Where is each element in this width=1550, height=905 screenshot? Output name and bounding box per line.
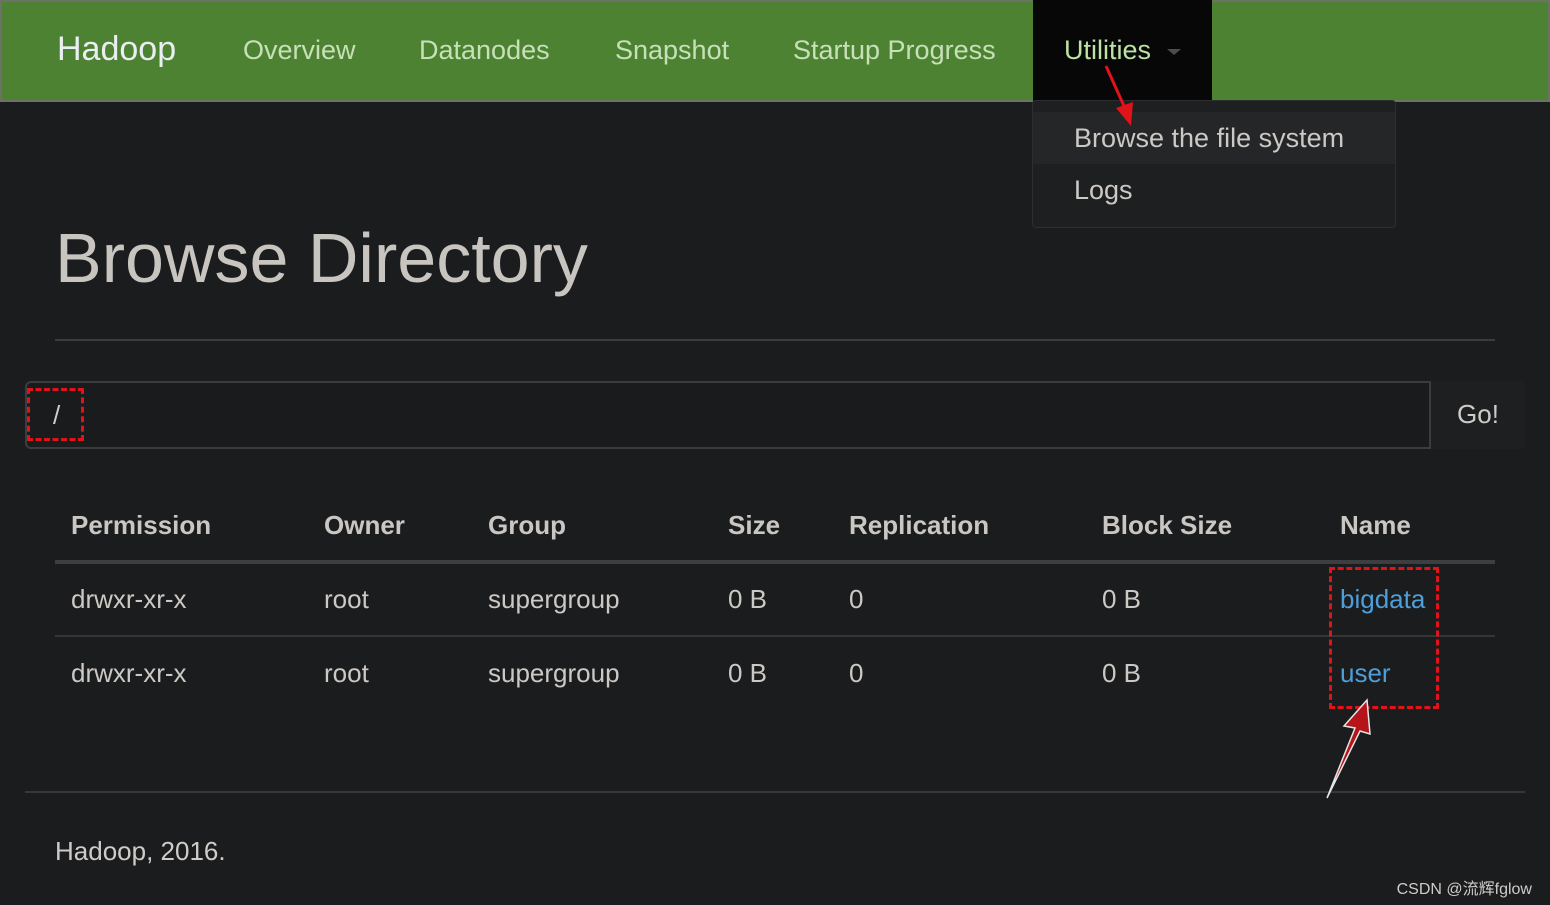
cell-group: supergroup bbox=[488, 658, 620, 688]
brand-logo[interactable]: Hadoop bbox=[57, 30, 176, 69]
col-header-group[interactable]: Group bbox=[472, 490, 712, 564]
footer-text: Hadoop, 2016. bbox=[55, 836, 226, 866]
path-input-group: Go! bbox=[25, 381, 1525, 449]
go-button[interactable]: Go! bbox=[1429, 381, 1525, 449]
col-header-owner[interactable]: Owner bbox=[308, 490, 472, 564]
cell-name: bigdata bbox=[1324, 562, 1495, 637]
cell-name: user bbox=[1324, 636, 1495, 710]
cell-permission: drwxr-xr-x bbox=[71, 658, 187, 688]
cell-replication: 0 bbox=[833, 562, 1086, 637]
utilities-dropdown-menu: Browse the file system Logs bbox=[1032, 100, 1396, 228]
cell-group: supergroup bbox=[472, 562, 712, 637]
top-navbar: Hadoop Overview Datanodes Snapshot Start… bbox=[0, 0, 1550, 102]
cell-size: 0 B bbox=[712, 562, 833, 637]
cell-owner: root bbox=[324, 658, 369, 688]
col-header-size[interactable]: Size bbox=[712, 490, 833, 564]
menu-item-browse-file-system[interactable]: Browse the file system bbox=[1033, 112, 1395, 164]
nav-startup-progress[interactable]: Startup Progress bbox=[793, 35, 996, 66]
col-header-name[interactable]: Name bbox=[1324, 490, 1495, 564]
caret-down-icon bbox=[1167, 49, 1181, 55]
page-title: Browse Directory bbox=[55, 219, 588, 297]
nav-overview[interactable]: Overview bbox=[243, 35, 356, 66]
col-header-replication[interactable]: Replication bbox=[833, 490, 1086, 564]
nav-utilities-label: Utilities bbox=[1064, 35, 1152, 65]
col-header-block-size[interactable]: Block Size bbox=[1086, 490, 1324, 564]
table-row: drwxr-xr-x root supergroup 0 B 0 0 B big… bbox=[55, 562, 1495, 637]
cell-permission: drwxr-xr-x bbox=[55, 562, 308, 637]
nav-datanodes[interactable]: Datanodes bbox=[419, 35, 550, 66]
arrow-to-user-icon bbox=[1326, 698, 1371, 799]
cell-block-size: 0 B bbox=[1102, 658, 1142, 688]
directory-path-input[interactable] bbox=[27, 383, 1429, 447]
table-header-row: Permission Owner Group Size Replication … bbox=[55, 490, 1495, 564]
nav-snapshot[interactable]: Snapshot bbox=[615, 35, 729, 66]
col-header-permission[interactable]: Permission bbox=[55, 490, 308, 564]
directory-table: Permission Owner Group Size Replication … bbox=[55, 490, 1495, 710]
menu-item-logs[interactable]: Logs bbox=[1033, 164, 1395, 216]
cell-size: 0 B bbox=[728, 658, 768, 688]
title-divider bbox=[55, 339, 1495, 341]
nav-utilities[interactable]: Utilities bbox=[1033, 0, 1212, 102]
watermark: CSDN @流辉fglow bbox=[1396, 881, 1532, 898]
footer-divider bbox=[25, 791, 1525, 793]
cell-replication: 0 bbox=[849, 658, 864, 688]
dir-link-user[interactable]: user bbox=[1340, 658, 1391, 688]
dir-link-bigdata[interactable]: bigdata bbox=[1340, 584, 1425, 614]
table-row: drwxr-xr-x root supergroup 0 B 0 0 B use… bbox=[55, 636, 1495, 710]
cell-block-size: 0 B bbox=[1086, 562, 1324, 637]
cell-owner: root bbox=[308, 562, 472, 637]
